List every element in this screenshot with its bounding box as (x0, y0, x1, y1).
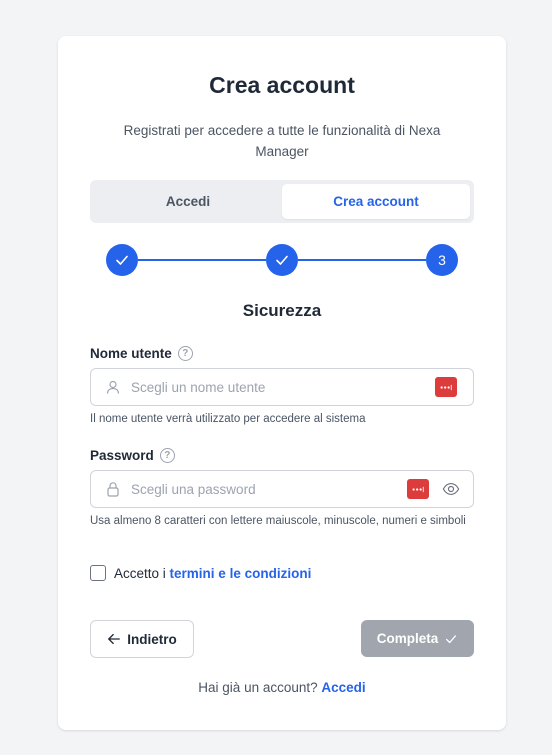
step-3: 3 (426, 244, 458, 276)
check-icon (446, 634, 457, 643)
complete-button-label: Completa (376, 631, 439, 646)
check-icon (116, 255, 128, 265)
password-manager-icon[interactable] (407, 479, 429, 499)
signup-card: Crea account Registrati per accedere a t… (58, 36, 506, 730)
terms-link[interactable]: termini e le condizioni (170, 566, 312, 581)
password-hint: Usa almeno 8 caratteri con lettere maius… (90, 515, 466, 527)
password-input[interactable] (131, 481, 407, 497)
arrow-left-icon (108, 633, 121, 645)
password-field (90, 470, 474, 508)
tab-login[interactable]: Accedi (94, 184, 282, 219)
help-icon[interactable]: ? (177, 346, 193, 361)
section-title: Sicurezza (242, 301, 322, 320)
lock-icon (105, 481, 121, 497)
auth-tabs: Accedi Crea account (90, 180, 474, 223)
user-icon (105, 379, 121, 395)
complete-button[interactable]: Completa (361, 620, 474, 657)
back-button-label: Indietro (127, 631, 177, 647)
step-2 (266, 244, 298, 276)
username-hint: Il nome utente verrà utilizzato per acce… (90, 413, 366, 425)
password-label: Password (90, 448, 154, 463)
login-link[interactable]: Accedi (321, 680, 365, 695)
terms-row: Accetto i termini e le condizioni (90, 565, 311, 581)
stepper-connector (298, 259, 426, 261)
terms-checkbox[interactable] (90, 565, 106, 581)
show-password-eye-icon[interactable] (441, 479, 461, 499)
back-button[interactable]: Indietro (90, 620, 194, 658)
terms-prefix: Accetto i (114, 565, 166, 581)
password-label-row: Password ? (90, 448, 175, 463)
footer: Hai già un account? Accedi (58, 680, 506, 695)
footer-prompt: Hai già un account? (198, 680, 318, 695)
username-input[interactable] (131, 379, 435, 395)
tab-signup[interactable]: Crea account (282, 184, 470, 219)
username-label-row: Nome utente ? (90, 346, 193, 361)
step-1 (106, 244, 138, 276)
stepper-connector (138, 259, 266, 261)
page-subtitle: Registrati per accedere a tutte le funzi… (123, 123, 441, 159)
username-label: Nome utente (90, 346, 172, 361)
page-title: Crea account (209, 72, 355, 98)
help-icon[interactable]: ? (159, 448, 175, 463)
check-icon (276, 255, 288, 265)
username-field (90, 368, 474, 406)
password-manager-icon[interactable] (435, 377, 457, 397)
progress-stepper: 3 (106, 244, 458, 276)
